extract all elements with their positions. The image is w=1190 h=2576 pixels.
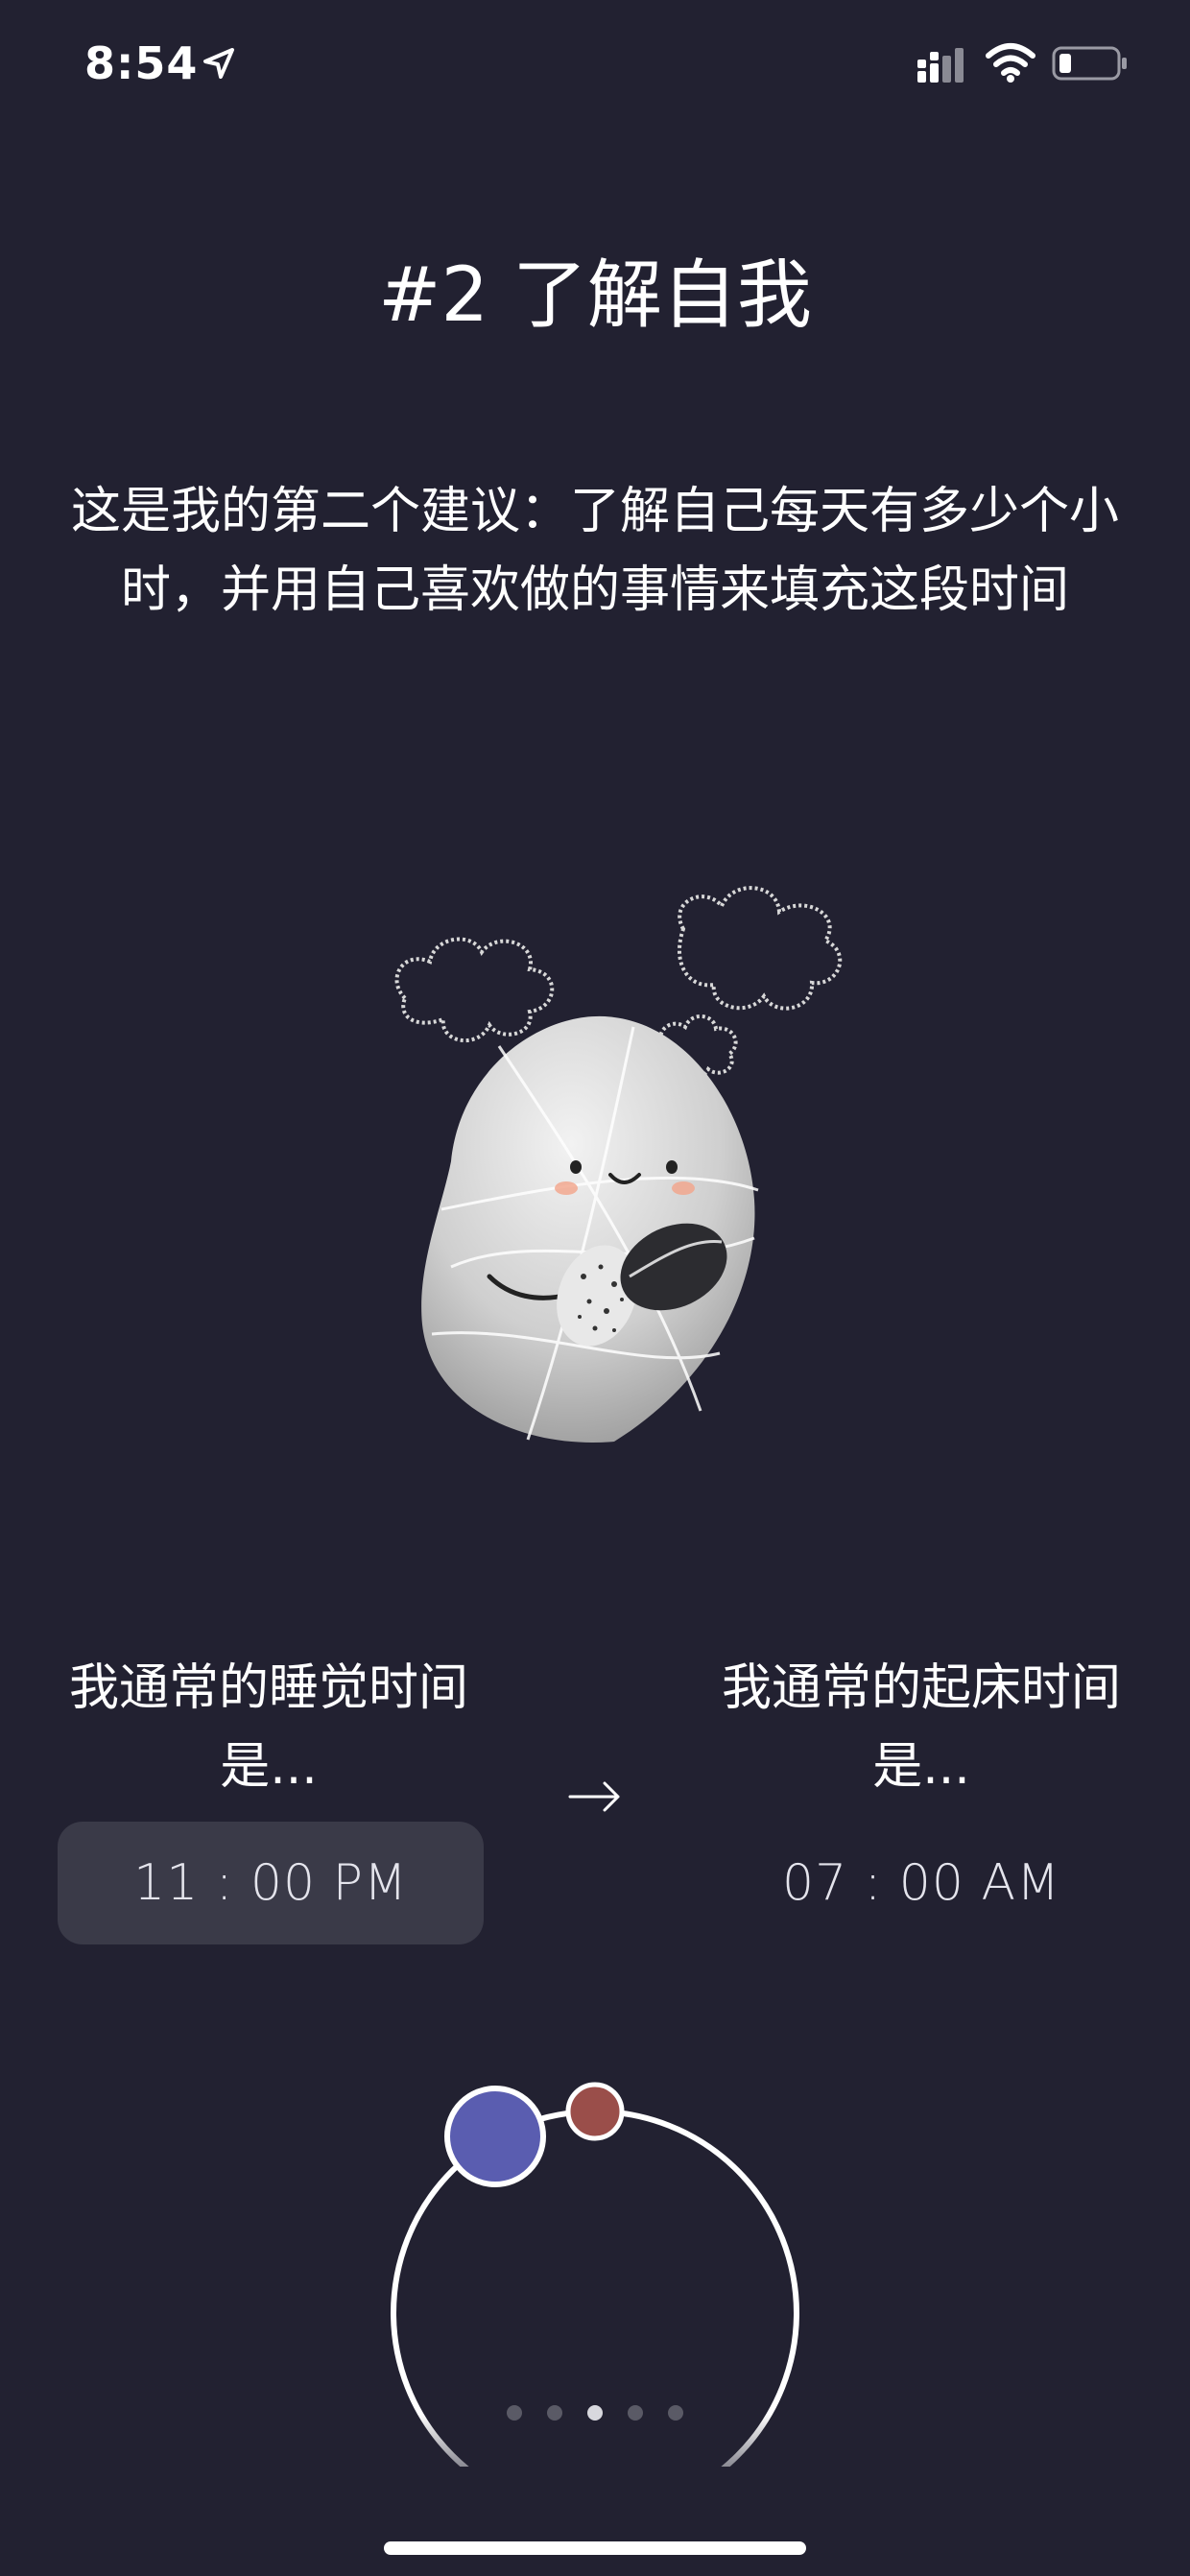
bedtime-handle[interactable] bbox=[444, 2086, 546, 2187]
stone-character-with-clouds-illustration bbox=[394, 886, 843, 1443]
location-arrow-icon bbox=[203, 48, 234, 79]
bedtime-picker[interactable]: 11 : 00 PM bbox=[58, 1822, 484, 1944]
home-indicator[interactable] bbox=[384, 2541, 806, 2555]
page-indicator bbox=[507, 2405, 683, 2421]
wake-handle[interactable] bbox=[565, 2082, 625, 2141]
page-dot bbox=[587, 2405, 603, 2421]
wifi-icon bbox=[986, 43, 1035, 83]
status-bar: 8:54 bbox=[0, 0, 1190, 134]
cellular-signal-icon bbox=[917, 48, 964, 83]
bedtime-label: 我通常的睡觉时间是... bbox=[68, 1659, 468, 1796]
battery-low-icon bbox=[1052, 46, 1127, 81]
page-dot bbox=[507, 2405, 522, 2421]
wake-time-picker[interactable]: 07 : 00 AM bbox=[708, 1822, 1134, 1944]
page-title: #2 了解自我 bbox=[378, 252, 812, 339]
status-time: 8:54 bbox=[84, 37, 199, 89]
page-dot bbox=[668, 2405, 683, 2421]
wake-label: 我通常的起床时间是... bbox=[721, 1659, 1121, 1796]
intro-text: 这是我的第二个建议：了解自己每天有多少个小时，并用自己喜欢做的事情来填充这段时间 bbox=[70, 483, 1119, 619]
arrow-right-icon bbox=[568, 1781, 620, 1812]
page-dot bbox=[547, 2405, 562, 2421]
page-dot bbox=[628, 2405, 643, 2421]
